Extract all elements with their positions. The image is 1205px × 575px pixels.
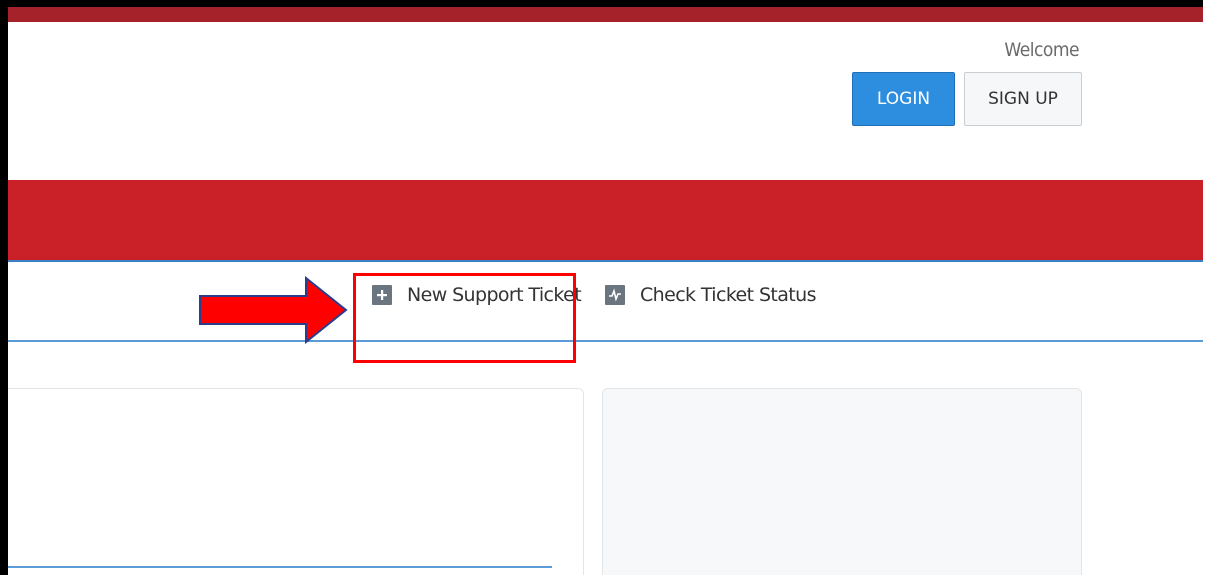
main-content (8, 342, 1203, 575)
activity-icon (605, 285, 625, 305)
right-panel (602, 388, 1082, 575)
login-button[interactable]: LOGIN (852, 72, 955, 126)
top-accent-bar (8, 7, 1203, 22)
welcome-text: Welcome (1004, 39, 1079, 61)
left-panel (8, 388, 584, 575)
annotation-highlight-box (353, 273, 576, 363)
signup-button[interactable]: SIGN UP (964, 72, 1082, 126)
page: Welcome LOGIN SIGN UP New Support Ticket… (0, 0, 1203, 575)
main-nav: New Support Ticket Check Ticket Status (8, 262, 1203, 342)
annotation-arrow-icon (199, 276, 348, 344)
nav-check-ticket-status[interactable]: Check Ticket Status (605, 284, 816, 306)
site-header: Welcome LOGIN SIGN UP (8, 22, 1203, 180)
screenshot-border-left (0, 0, 8, 575)
nav-check-ticket-status-label: Check Ticket Status (640, 284, 816, 306)
screenshot-border-top (0, 0, 1203, 7)
left-panel-divider (8, 566, 552, 568)
brand-banner (8, 180, 1203, 262)
